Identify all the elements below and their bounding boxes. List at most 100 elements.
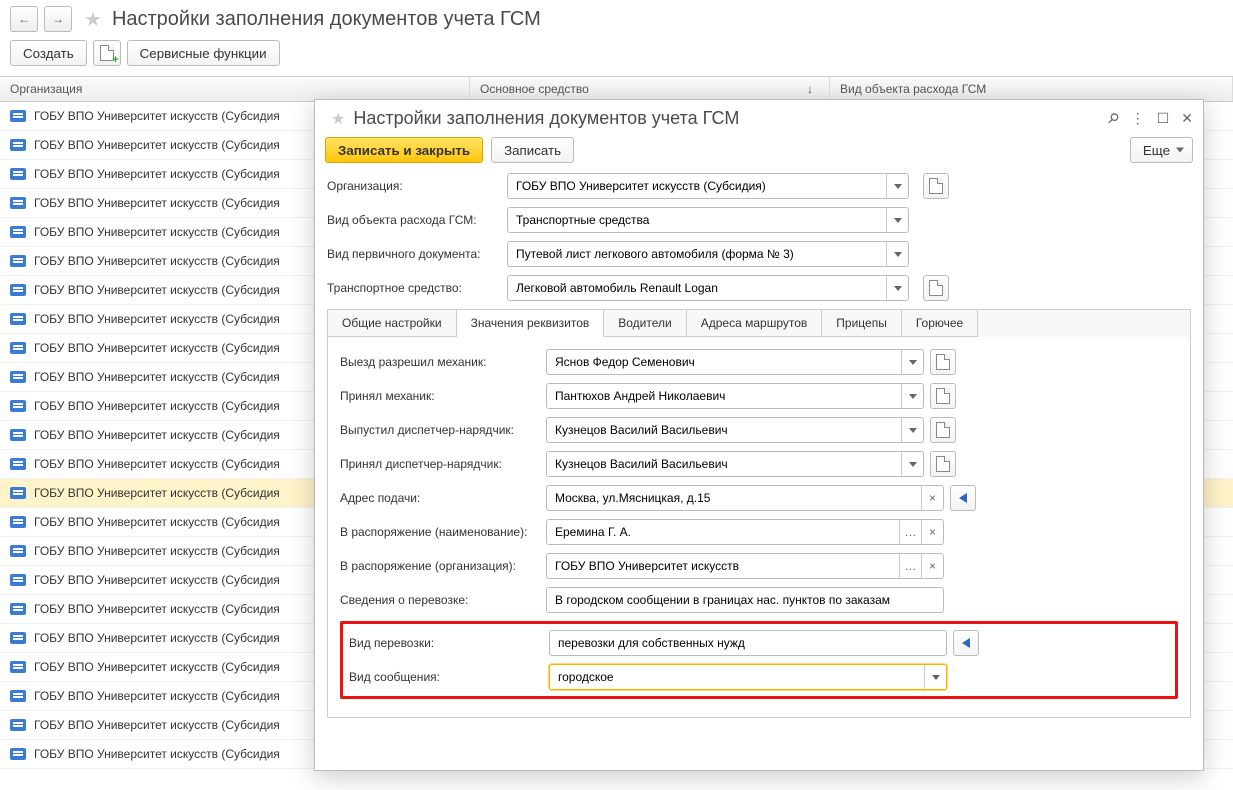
dispatcher-in-input[interactable] [547,452,901,476]
column-os-label: Основное средство [480,82,589,96]
row-org-text: ГОБУ ВПО Университет искусств (Субсидия [34,370,280,384]
sort-indicator-icon: ↓ [807,82,813,96]
row-org-text: ГОБУ ВПО Университет искусств (Субсидия [34,399,280,413]
record-icon [10,371,26,383]
record-icon [10,632,26,644]
doc-input[interactable] [508,242,886,266]
tab-0[interactable]: Общие настройки [328,310,457,337]
kind-input[interactable] [508,208,886,232]
column-org[interactable]: Организация [0,77,470,101]
record-icon [10,748,26,760]
vehicle-input[interactable] [508,276,886,300]
row-org-text: ГОБУ ВПО Университет искусств (Субсидия [34,428,280,442]
column-kind[interactable]: Вид объекта расхода ГСМ [830,77,1233,101]
row-org-text: ГОБУ ВПО Университет искусств (Субсидия [34,341,280,355]
dispatcher-out-input[interactable] [547,418,901,442]
mechanic-out-label: Выезд разрешил механик: [340,355,546,369]
org-open-button[interactable] [923,173,949,199]
dispatcher-in-dropdown-icon[interactable] [901,452,923,476]
dispatcher-in-label: Принял диспетчер-нарядчик: [340,457,546,471]
record-icon [10,661,26,673]
save-button[interactable]: Записать [491,137,574,163]
address-fill-button[interactable] [950,485,976,511]
order-name-select-icon[interactable]: … [899,520,921,544]
tab-2[interactable]: Водители [604,310,686,337]
maximize-icon[interactable]: ☐ [1157,110,1170,127]
transport-kind-fill-button[interactable] [953,630,979,656]
row-org-text: ГОБУ ВПО Университет искусств (Субсидия [34,515,280,529]
arrow-left-icon [959,493,967,503]
order-name-clear-icon[interactable]: × [921,520,943,544]
record-icon [10,458,26,470]
transport-kind-input[interactable] [550,631,946,655]
create-button[interactable]: Создать [10,40,87,66]
mechanic-in-open-button[interactable] [930,383,956,409]
org-input[interactable] [508,174,886,198]
vehicle-label: Транспортное средство: [327,281,499,295]
open-icon [929,280,943,296]
order-org-clear-icon[interactable]: × [921,554,943,578]
message-kind-dropdown-icon[interactable] [924,665,946,689]
order-org-select-icon[interactable]: … [899,554,921,578]
mechanic-in-label: Принял механик: [340,389,546,403]
tab-1[interactable]: Значения реквизитов [457,310,605,337]
service-functions-button[interactable]: Сервисные функции [127,40,280,66]
open-icon [936,354,950,370]
message-kind-label: Вид сообщения: [343,670,549,684]
row-org-text: ГОБУ ВПО Университет искусств (Субсидия [34,544,280,558]
record-icon [10,110,26,122]
save-and-close-button[interactable]: Записать и закрыть [325,137,483,163]
order-org-input[interactable] [547,554,899,578]
doc-dropdown-icon[interactable] [886,242,908,266]
record-icon [10,545,26,557]
row-org-text: ГОБУ ВПО Университет искусств (Субсидия [34,254,280,268]
tab-4[interactable]: Прицепы [822,310,902,337]
mechanic-out-dropdown-icon[interactable] [901,350,923,374]
highlighted-fields-block: Вид перевозки: Вид сообщения: [340,621,1178,699]
close-icon[interactable]: ✕ [1181,110,1193,127]
open-icon [936,388,950,404]
vehicle-dropdown-icon[interactable] [886,276,908,300]
nav-back-button[interactable]: ← [10,6,38,32]
message-kind-input[interactable] [550,665,924,689]
open-icon [936,456,950,472]
mechanic-out-open-button[interactable] [930,349,956,375]
mechanic-out-input[interactable] [547,350,901,374]
row-org-text: ГОБУ ВПО Университет искусств (Субсидия [34,196,280,210]
transport-info-input[interactable] [547,588,943,612]
nav-forward-button[interactable]: → [44,6,72,32]
favorite-star-icon[interactable]: ★ [84,7,102,32]
order-name-input[interactable] [547,520,899,544]
more-button[interactable]: Еще [1130,137,1193,163]
dialog-favorite-star-icon[interactable]: ★ [331,109,345,129]
record-icon [10,690,26,702]
dispatcher-out-dropdown-icon[interactable] [901,418,923,442]
order-name-label: В распоряжение (наименование): [340,525,546,539]
settings-dialog: ★ Настройки заполнения документов учета … [314,99,1204,771]
column-os[interactable]: Основное средство ↓ [470,77,830,101]
page-title: Настройки заполнения документов учета ГС… [112,8,541,31]
vehicle-open-button[interactable] [923,275,949,301]
row-org-text: ГОБУ ВПО Университет искусств (Субсидия [34,225,280,239]
address-label: Адрес подачи: [340,491,546,505]
tab-5[interactable]: Горючее [902,310,978,337]
row-org-text: ГОБУ ВПО Университет искусств (Субсидия [34,138,280,152]
tab-panel-values: Выезд разрешил механик: Принял механик: [327,337,1191,718]
kebab-menu-icon[interactable]: ⋮ [1131,110,1145,127]
address-clear-icon[interactable]: × [921,486,943,510]
tab-3[interactable]: Адреса маршрутов [687,310,823,337]
kind-dropdown-icon[interactable] [886,208,908,232]
mechanic-in-input[interactable] [547,384,901,408]
org-dropdown-icon[interactable] [886,174,908,198]
row-org-text: ГОБУ ВПО Университет искусств (Субсидия [34,109,280,123]
mechanic-in-dropdown-icon[interactable] [901,384,923,408]
record-icon [10,313,26,325]
dispatcher-in-open-button[interactable] [930,451,956,477]
address-input[interactable] [547,486,921,510]
copy-template-button[interactable] [93,40,121,66]
record-icon [10,719,26,731]
transport-kind-label: Вид перевозки: [343,636,549,650]
record-icon [10,574,26,586]
dispatcher-out-open-button[interactable] [930,417,956,443]
document-plus-icon [100,45,114,61]
